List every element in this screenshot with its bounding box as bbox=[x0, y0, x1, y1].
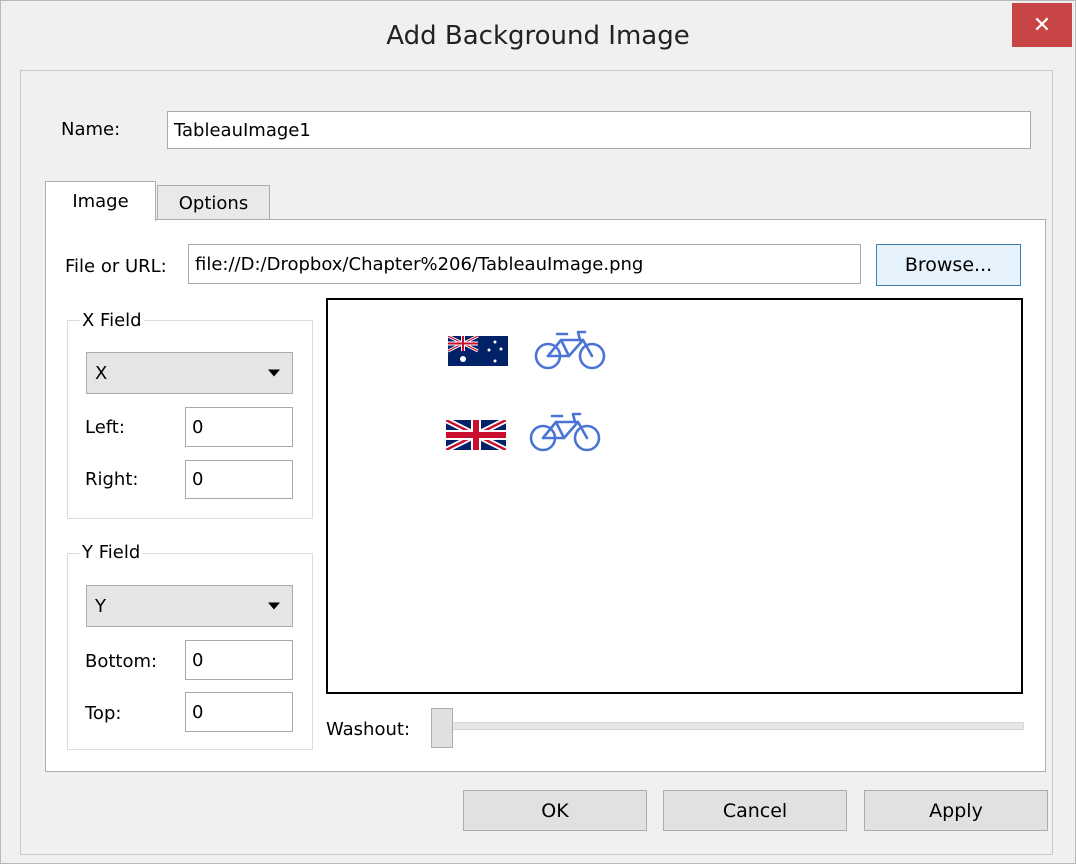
bicycle-icon bbox=[529, 412, 601, 452]
ok-button[interactable]: OK bbox=[463, 790, 647, 831]
washout-slider-track[interactable] bbox=[442, 722, 1024, 730]
dialog-title: Add Background Image bbox=[386, 21, 690, 51]
x-field-select[interactable]: X bbox=[86, 352, 293, 394]
close-icon: ✕ bbox=[1032, 12, 1052, 38]
left-label: Left: bbox=[85, 417, 125, 438]
x-field-group-title: X Field bbox=[80, 310, 144, 331]
x-field-selected-value: X bbox=[95, 362, 108, 384]
apply-button[interactable]: Apply bbox=[864, 790, 1048, 831]
y-field-select[interactable]: Y bbox=[86, 585, 293, 627]
washout-slider-thumb[interactable] bbox=[431, 708, 453, 748]
close-button[interactable]: ✕ bbox=[1012, 3, 1072, 47]
right-label: Right: bbox=[85, 469, 139, 490]
left-input[interactable]: 0 bbox=[185, 407, 293, 447]
uk-flag-icon bbox=[446, 420, 506, 450]
y-field-selected-value: Y bbox=[95, 595, 106, 617]
file-url-input[interactable]: file://D:/Dropbox/Chapter%206/TableauIma… bbox=[188, 244, 861, 284]
bicycle-icon bbox=[534, 330, 606, 370]
australia-flag-icon bbox=[448, 336, 508, 366]
chevron-down-icon bbox=[268, 602, 280, 610]
top-label: Top: bbox=[85, 703, 122, 724]
browse-button[interactable]: Browse... bbox=[876, 244, 1021, 286]
title-bar: Add Background Image ✕ bbox=[1, 1, 1075, 71]
y-field-group-title: Y Field bbox=[80, 542, 143, 563]
file-or-url-label: File or URL: bbox=[65, 256, 167, 277]
tab-options[interactable]: Options bbox=[157, 185, 270, 220]
tab-image[interactable]: Image bbox=[45, 181, 156, 221]
bottom-input[interactable]: 0 bbox=[185, 640, 293, 680]
right-input[interactable]: 0 bbox=[185, 460, 293, 499]
name-label: Name: bbox=[61, 119, 121, 140]
image-preview bbox=[326, 298, 1023, 694]
cancel-button[interactable]: Cancel bbox=[663, 790, 847, 831]
top-input[interactable]: 0 bbox=[185, 692, 293, 732]
chevron-down-icon bbox=[268, 369, 280, 377]
bottom-label: Bottom: bbox=[85, 651, 158, 672]
name-input[interactable]: TableauImage1 bbox=[167, 111, 1031, 149]
washout-label: Washout: bbox=[326, 719, 411, 740]
